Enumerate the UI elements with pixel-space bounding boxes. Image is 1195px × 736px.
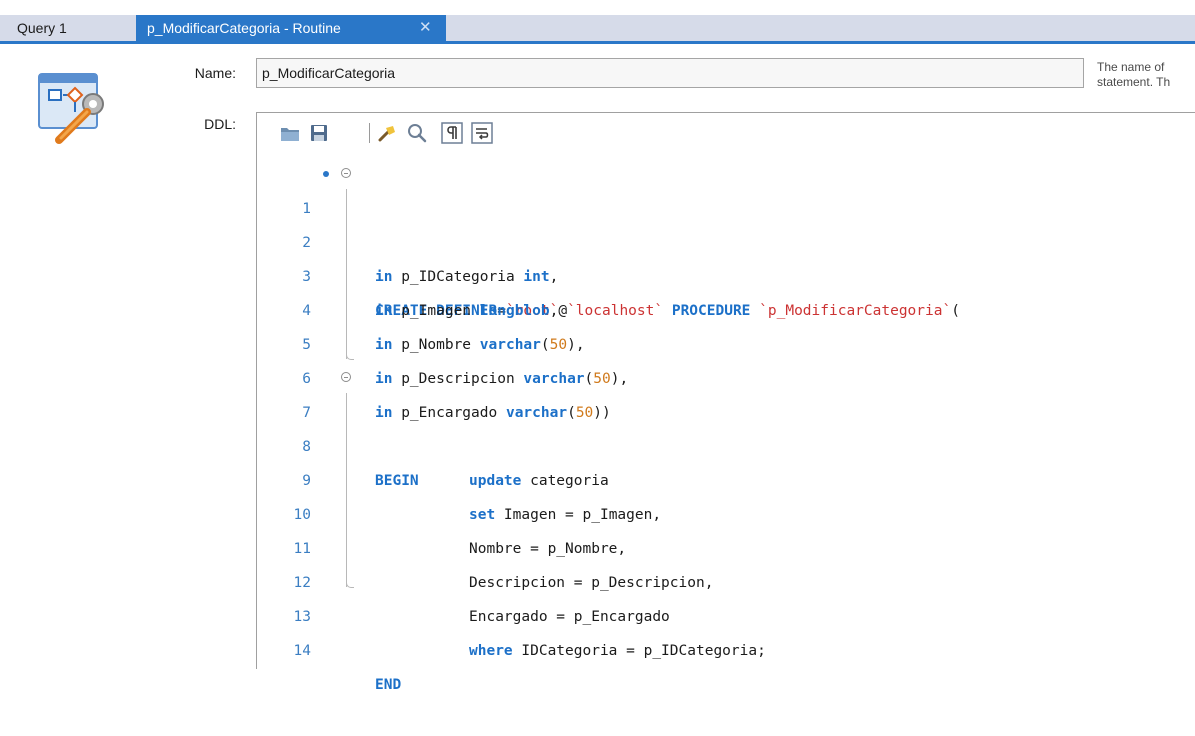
name-hint-line1: The name of bbox=[1097, 60, 1165, 74]
tab-query-1[interactable]: Query 1 bbox=[0, 15, 136, 41]
open-file-icon[interactable] bbox=[279, 122, 301, 144]
code-line: 7 BEGIN bbox=[257, 362, 1195, 489]
word-wrap-icon[interactable] bbox=[471, 122, 493, 144]
close-icon[interactable]: ✕ bbox=[419, 15, 432, 41]
tab-bar: Query 1 p_ModificarCategoria - Routine ✕ bbox=[0, 0, 1195, 44]
code-text: END bbox=[375, 668, 401, 702]
beautify-icon[interactable] bbox=[376, 122, 398, 144]
editor-toolbar bbox=[257, 113, 1195, 153]
code-line: 9 set Imagen = p_Imagen, bbox=[257, 430, 1195, 523]
routine-icon bbox=[38, 73, 104, 144]
line-number: 14 bbox=[293, 643, 311, 659]
ddl-editor[interactable]: 1 CREATE DEFINER=`root`@`localhost` PROC… bbox=[256, 112, 1195, 693]
code-line: 2 in p_IDCategoria int, bbox=[257, 192, 1195, 285]
name-hint: The name of statement. Th bbox=[1097, 60, 1195, 90]
toolbar-separator bbox=[369, 123, 370, 143]
code-line: 3 in p_Imagen longblob, bbox=[257, 226, 1195, 319]
find-icon[interactable] bbox=[406, 122, 428, 144]
code-line: 10 Nombre = p_Nombre, bbox=[257, 464, 1195, 557]
code-text: where IDCategoria = p_IDCategoria; bbox=[469, 634, 766, 668]
invisible-chars-icon[interactable] bbox=[441, 122, 463, 144]
code-line: 12 Encargado = p_Encargado bbox=[257, 532, 1195, 625]
name-hint-line2: statement. Th bbox=[1097, 75, 1171, 89]
code-token: IDCategoria = p_IDCategoria; bbox=[512, 643, 766, 659]
code-line: 8 update categoria bbox=[257, 396, 1195, 489]
name-label: Name: bbox=[194, 65, 236, 81]
code-keyword: where bbox=[469, 643, 513, 659]
save-icon[interactable] bbox=[308, 122, 330, 144]
tab-underline bbox=[0, 41, 1195, 44]
ddl-label: DDL: bbox=[204, 116, 236, 132]
code-line: 4 in p_Nombre varchar(50), bbox=[257, 260, 1195, 353]
code-line: 1 CREATE DEFINER=`root`@`localhost` PROC… bbox=[257, 158, 1195, 319]
tab-routine[interactable]: p_ModificarCategoria - Routine ✕ bbox=[136, 15, 446, 41]
routine-name-field[interactable]: p_ModificarCategoria bbox=[256, 58, 1084, 88]
fold-toggle-icon[interactable] bbox=[341, 372, 351, 382]
tab-routine-label: p_ModificarCategoria - Routine bbox=[147, 20, 341, 36]
code-keyword: END bbox=[375, 677, 402, 693]
code-line: 13 where IDCategoria = p_IDCategoria; bbox=[257, 566, 1195, 659]
fold-toggle-icon[interactable] bbox=[341, 168, 351, 178]
code-line: 6 in p_Encargado varchar(50)) bbox=[257, 328, 1195, 421]
code-line: 5 in p_Descripcion varchar(50), bbox=[257, 294, 1195, 387]
code-line: 14 END bbox=[257, 600, 1195, 693]
code-line: 11 Descripcion = p_Descripcion, bbox=[257, 498, 1195, 591]
breakpoint-marker[interactable] bbox=[323, 171, 329, 177]
